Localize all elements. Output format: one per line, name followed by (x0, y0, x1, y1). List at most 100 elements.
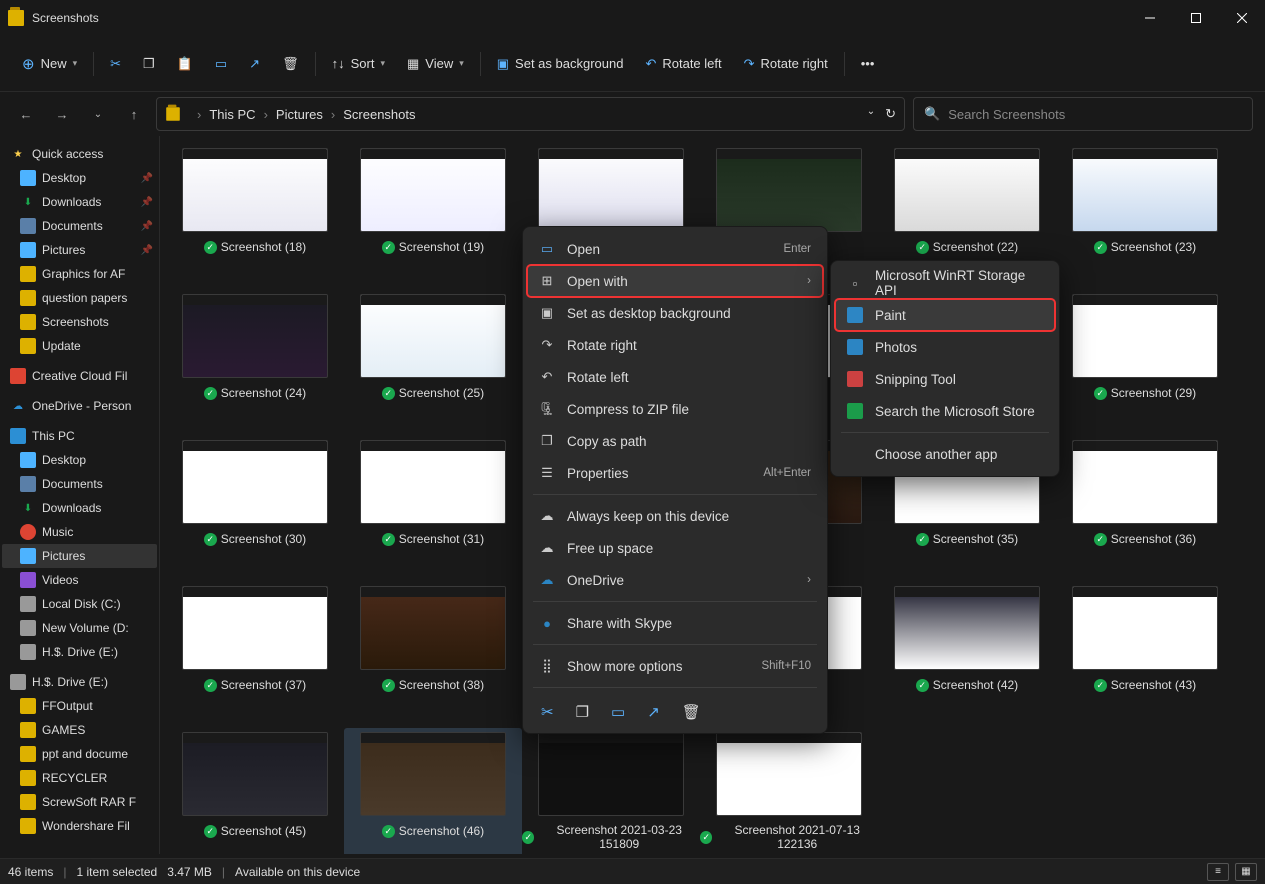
sidebar-item[interactable]: question papers (2, 286, 157, 310)
paste-button[interactable]: 📋 (167, 46, 203, 82)
submenu-photos[interactable]: Photos (835, 331, 1055, 363)
copy-icon[interactable]: ❐ (576, 703, 589, 721)
sort-button[interactable]: ↑↓ Sort ▾ (322, 46, 395, 82)
sidebar-item[interactable]: Graphics for AF (2, 262, 157, 286)
maximize-button[interactable] (1173, 0, 1219, 36)
ctx-show-more[interactable]: ⣿Show more optionsShift+F10 (527, 650, 823, 682)
sidebar-item[interactable]: Wondershare Fil (2, 814, 157, 838)
file-tile[interactable]: ✓Screenshot 2021-03-23 151809 (522, 728, 700, 854)
cut-button[interactable]: ✂ (100, 46, 131, 82)
sidebar-item[interactable]: H.$. Drive (E:) (2, 640, 157, 664)
sidebar-item[interactable]: Desktop (2, 448, 157, 472)
more-button[interactable]: ••• (851, 46, 885, 82)
sidebar-item[interactable]: Music (2, 520, 157, 544)
address-bar[interactable]: › This PC › Pictures › Screenshots ⌄ ↻ (156, 97, 905, 131)
sidebar-item[interactable]: ppt and docume (2, 742, 157, 766)
breadcrumb-screenshots[interactable]: Screenshots (343, 107, 415, 122)
file-tile[interactable]: ✓Screenshot 2021-07-13 122136 (700, 728, 878, 854)
rename-icon[interactable]: ▭ (611, 703, 625, 721)
up-button[interactable]: ↑ (120, 100, 148, 128)
set-background-button[interactable]: ▣ Set as background (487, 46, 634, 82)
sidebar-item[interactable]: Local Disk (C:) (2, 592, 157, 616)
ctx-open-with[interactable]: ⊞Open with› (527, 265, 823, 297)
share-icon[interactable]: ↗ (647, 703, 660, 721)
minimize-button[interactable] (1127, 0, 1173, 36)
sidebar-item[interactable]: Pictures (2, 544, 157, 568)
sidebar-item[interactable]: This PC (2, 424, 157, 448)
refresh-button[interactable]: ↻ (885, 106, 896, 122)
ctx-set-background[interactable]: ▣Set as desktop background (527, 297, 823, 329)
search-input[interactable]: 🔍 Search Screenshots (913, 97, 1253, 131)
sidebar-item[interactable]: RECYCLER (2, 766, 157, 790)
breadcrumb-pictures[interactable]: Pictures (276, 107, 323, 122)
sidebar-item[interactable]: Documents📌 (2, 214, 157, 238)
ctx-compress-zip[interactable]: 🗜Compress to ZIP file (527, 393, 823, 425)
submenu-snipping[interactable]: Snipping Tool (835, 363, 1055, 395)
breadcrumb-this-pc[interactable]: This PC (209, 107, 255, 122)
file-tile[interactable]: ✓Screenshot (24) (166, 290, 344, 436)
ctx-properties[interactable]: ☰PropertiesAlt+Enter (527, 457, 823, 489)
ctx-share-skype[interactable]: ●Share with Skype (527, 607, 823, 639)
ctx-free-space[interactable]: ☁Free up space (527, 532, 823, 564)
rotate-left-button[interactable]: ↶ Rotate left (635, 46, 731, 82)
sidebar-item[interactable]: FFOutput (2, 694, 157, 718)
file-tile[interactable]: ✓Screenshot (36) (1056, 436, 1234, 582)
file-tile[interactable]: ✓Screenshot (42) (878, 582, 1056, 728)
file-tile[interactable]: ✓Screenshot (46) (344, 728, 522, 854)
file-tile[interactable]: ✓Screenshot (30) (166, 436, 344, 582)
sidebar-item[interactable]: Desktop📌 (2, 166, 157, 190)
address-dropdown-button[interactable]: ⌄ (867, 106, 875, 122)
file-tile[interactable]: ✓Screenshot (29) (1056, 290, 1234, 436)
recent-button[interactable]: ⌄ (84, 100, 112, 128)
ctx-open[interactable]: ▭OpenEnter (527, 233, 823, 265)
back-button[interactable]: ← (12, 100, 40, 128)
sync-icon: ✓ (204, 533, 217, 546)
file-tile[interactable]: ✓Screenshot (19) (344, 144, 522, 290)
details-view-button[interactable]: ≡ (1207, 863, 1229, 881)
sidebar-item[interactable]: ☁OneDrive - Person (2, 394, 157, 418)
copy-button[interactable]: ❐ (133, 46, 165, 82)
submenu-winrt[interactable]: ▫Microsoft WinRT Storage API (835, 267, 1055, 299)
submenu-paint[interactable]: Paint (835, 299, 1055, 331)
file-tile[interactable]: ✓Screenshot (37) (166, 582, 344, 728)
sidebar-item[interactable]: ⬇Downloads📌 (2, 190, 157, 214)
file-tile[interactable]: ✓Screenshot (31) (344, 436, 522, 582)
sidebar-item[interactable]: ⬇Downloads (2, 496, 157, 520)
sidebar-item[interactable]: ★Quick access (2, 142, 157, 166)
sidebar-item[interactable]: Documents (2, 472, 157, 496)
ctx-rotate-left[interactable]: ↶Rotate left (527, 361, 823, 393)
file-tile[interactable]: ✓Screenshot (25) (344, 290, 522, 436)
view-button[interactable]: ▦ View ▾ (397, 46, 474, 82)
ctx-always-keep[interactable]: ☁Always keep on this device (527, 500, 823, 532)
thumbnails-view-button[interactable]: ▦ (1235, 863, 1257, 881)
sidebar-item[interactable]: ScrewSoft RAR F (2, 790, 157, 814)
rotate-right-button[interactable]: ↷ Rotate right (734, 46, 838, 82)
rotate-right-icon: ↷ (539, 337, 555, 353)
ctx-onedrive[interactable]: ☁OneDrive› (527, 564, 823, 596)
sidebar-item[interactable]: GAMES (2, 718, 157, 742)
file-tile[interactable]: ✓Screenshot (43) (1056, 582, 1234, 728)
trash-icon[interactable]: 🗑 (682, 703, 701, 721)
sidebar-item[interactable]: New Volume (D: (2, 616, 157, 640)
new-button[interactable]: ⊕ New ▾ (12, 46, 87, 82)
cut-icon[interactable]: ✂ (541, 703, 554, 721)
forward-button[interactable]: → (48, 100, 76, 128)
file-tile[interactable]: ✓Screenshot (18) (166, 144, 344, 290)
file-tile[interactable]: ✓Screenshot (45) (166, 728, 344, 854)
close-button[interactable] (1219, 0, 1265, 36)
delete-button[interactable]: 🗑 (272, 46, 309, 82)
sidebar-item[interactable]: Screenshots (2, 310, 157, 334)
submenu-choose-another[interactable]: Choose another app (835, 438, 1055, 470)
ctx-copy-path[interactable]: ❐Copy as path (527, 425, 823, 457)
file-tile[interactable]: ✓Screenshot (23) (1056, 144, 1234, 290)
submenu-store[interactable]: Search the Microsoft Store (835, 395, 1055, 427)
ctx-rotate-right[interactable]: ↷Rotate right (527, 329, 823, 361)
rename-button[interactable]: ▭ (205, 46, 237, 82)
sidebar-item[interactable]: Creative Cloud Fil (2, 364, 157, 388)
sidebar-item[interactable]: Pictures📌 (2, 238, 157, 262)
share-button[interactable]: ↗ (239, 46, 270, 82)
sidebar-item[interactable]: H.$. Drive (E:) (2, 670, 157, 694)
sidebar-item[interactable]: Videos (2, 568, 157, 592)
file-tile[interactable]: ✓Screenshot (38) (344, 582, 522, 728)
sidebar-item[interactable]: Update (2, 334, 157, 358)
